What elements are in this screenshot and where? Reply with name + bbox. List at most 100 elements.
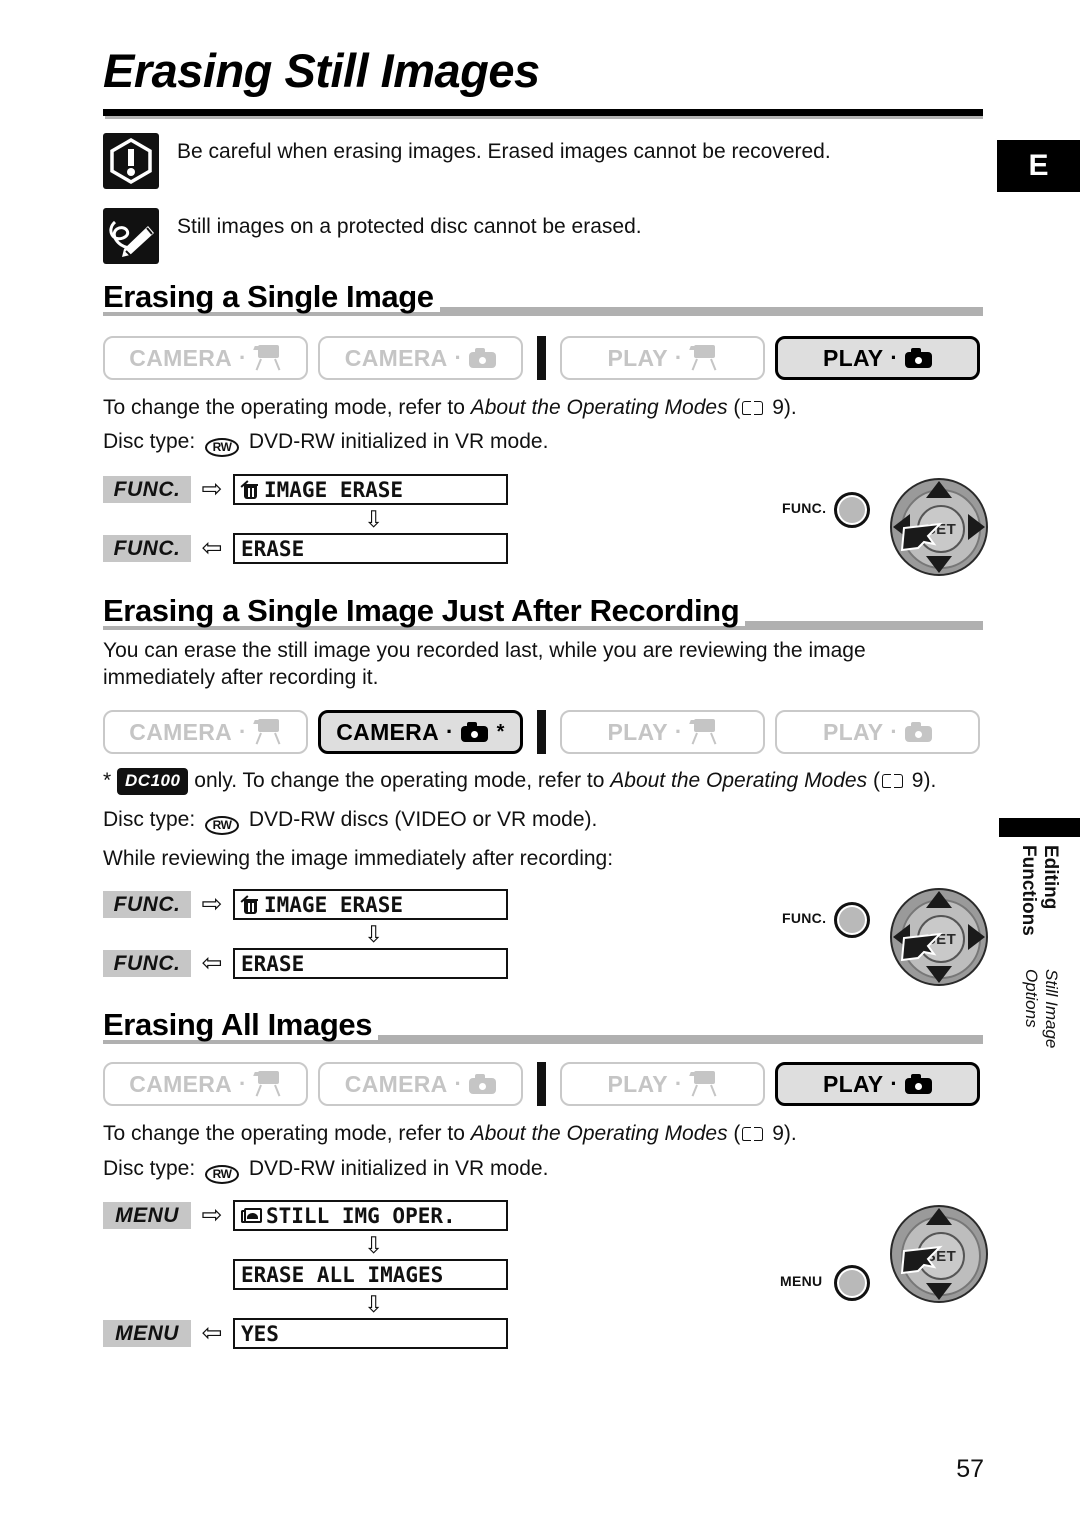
menu-item-box[interactable]: STILL IMG OPER.: [233, 1200, 508, 1231]
section-intro-2: You can erase the still image you record…: [103, 639, 866, 690]
mode-badge-camera-video[interactable]: CAMERA ·: [103, 336, 308, 380]
dot-separator: ·: [674, 345, 683, 370]
dot-separator: ·: [674, 1071, 683, 1096]
camcorder-icon: [252, 1071, 282, 1097]
menu-item-box[interactable]: ERASE: [233, 533, 508, 564]
joystick-pad[interactable]: SET: [890, 1205, 988, 1303]
note-text-pre: To change the operating mode, refer to: [103, 1122, 471, 1145]
menu-item-box[interactable]: ERASE ALL IMAGES: [233, 1259, 508, 1290]
camcorder-icon: [252, 719, 282, 745]
joystick-pad[interactable]: SET: [890, 478, 988, 576]
manual-page: Erasing Still Images E Editing Functions…: [0, 0, 1080, 1534]
model-badge-dc100: DC100: [117, 768, 189, 796]
dot-separator: ·: [239, 1071, 247, 1096]
footnote-text-mid: only. To change the operating mode, refe…: [188, 769, 611, 792]
camcorder-icon: [688, 345, 718, 371]
arrow-down-icon: ⇩: [364, 920, 384, 947]
note-operating-modes-1: To change the operating mode, refer to A…: [103, 396, 797, 419]
control-button-label: FUNC.: [782, 910, 827, 926]
joystick-pad[interactable]: SET: [890, 888, 988, 986]
side-tab-primary: Editing Functions: [1018, 845, 1061, 936]
footnote-marker: *: [103, 769, 118, 792]
func-key-button[interactable]: FUNC.: [103, 950, 191, 977]
func-key-button[interactable]: FUNC.: [103, 476, 191, 503]
joystick-right-icon[interactable]: [968, 514, 985, 540]
menu-round-button[interactable]: [834, 1265, 870, 1301]
footnote-asterisk: *: [496, 720, 505, 743]
menu-item-label: ERASE: [241, 951, 305, 976]
menu-item-box[interactable]: IMAGE ERASE: [233, 889, 508, 920]
control-diagram-3: MENU SET: [778, 1205, 988, 1315]
menu-item-box[interactable]: ERASE: [233, 948, 508, 979]
mode-badges-row-1: CAMERA · CAMERA · PLAY · PLAY ·: [103, 336, 980, 380]
mode-badge-label: CAMERA: [344, 1070, 448, 1097]
heading-text: Erasing a Single Image: [103, 281, 440, 312]
mode-badge-camera-photo[interactable]: CAMERA ·: [318, 336, 523, 380]
joystick-up-icon[interactable]: [926, 1208, 952, 1225]
mode-badge-label: PLAY: [607, 1070, 668, 1097]
joystick-up-icon[interactable]: [926, 481, 952, 498]
notice-note-text: Still images on a protected disc cannot …: [177, 215, 642, 238]
joystick-down-icon[interactable]: [926, 1283, 952, 1300]
func-round-button[interactable]: [834, 902, 870, 938]
section-heading-just-after-recording: Erasing a Single Image Just After Record…: [103, 595, 983, 630]
mode-badge-label: PLAY: [607, 718, 668, 745]
mode-badge-label: CAMERA: [336, 718, 439, 745]
mode-badge-play-video[interactable]: PLAY ·: [560, 1062, 765, 1106]
mode-badge-camera-video[interactable]: CAMERA ·: [103, 1062, 308, 1106]
note-text-pre: To change the operating mode, refer to: [103, 396, 471, 419]
menu-key-button[interactable]: MENU: [103, 1320, 191, 1347]
control-button-label: MENU: [780, 1273, 823, 1289]
page-number: 57: [956, 1455, 984, 1483]
menu-item-box[interactable]: YES: [233, 1318, 508, 1349]
section-heading-erasing-a-single-image: Erasing a Single Image: [103, 281, 983, 316]
flow-step: FUNC. ⇨ IMAGE ERASE: [103, 888, 508, 921]
arrow-left-icon: ⇦: [201, 1319, 223, 1347]
joystick-right-icon[interactable]: [968, 924, 985, 950]
mode-badge-camera-photo[interactable]: CAMERA ·: [318, 1062, 523, 1106]
func-round-button[interactable]: [834, 492, 870, 528]
pointer-cursor-icon: [900, 932, 946, 962]
flow-step: FUNC. ⇦ ERASE: [103, 532, 508, 565]
mode-badge-play-video[interactable]: PLAY ·: [560, 710, 765, 754]
camcorder-icon: [252, 345, 282, 371]
menu-flow-2: FUNC. ⇨ IMAGE ERASE ⇩ FUNC. ⇦ ERASE: [103, 888, 508, 980]
flow-step: ERASE ALL IMAGES: [103, 1258, 508, 1291]
menu-key-button[interactable]: MENU: [103, 1202, 191, 1229]
flow-down-arrow-wrap: ⇩: [103, 1232, 508, 1258]
joystick-down-icon[interactable]: [926, 966, 952, 983]
joystick-up-icon[interactable]: [926, 891, 952, 908]
note-text-emphasis: About the Operating Modes: [470, 1122, 728, 1145]
note-disc-type-2: Disc type: RW DVD-RW discs (VIDEO or VR …: [103, 806, 597, 835]
side-tab: Editing Functions Still Image Options: [999, 845, 1061, 1075]
note-text-emphasis: About the Operating Modes: [470, 396, 728, 419]
dot-separator: ·: [674, 719, 683, 744]
section-heading-erasing-all-images: Erasing All Images: [103, 1009, 983, 1044]
joystick-down-icon[interactable]: [926, 556, 952, 573]
func-key-button[interactable]: FUNC.: [103, 535, 191, 562]
note-while-reviewing: While reviewing the image immediately af…: [103, 847, 614, 870]
book-icon: [742, 400, 764, 416]
dot-separator: ·: [890, 345, 899, 370]
footnote-emphasis: About the Operating Modes: [610, 769, 868, 792]
dot-separator: ·: [239, 345, 247, 370]
mode-badge-play-photo[interactable]: PLAY ·: [775, 336, 980, 380]
func-key-button[interactable]: FUNC.: [103, 891, 191, 918]
mode-badge-play-photo[interactable]: PLAY ·: [775, 1062, 980, 1106]
side-tab-bar: [999, 818, 1080, 837]
mode-badge-camera-photo[interactable]: CAMERA · *: [318, 710, 523, 754]
flow-step: FUNC. ⇦ ERASE: [103, 947, 508, 980]
control-diagram-2: FUNC. SET: [778, 888, 988, 998]
disc-rw-icon: RW: [205, 1165, 240, 1184]
mode-badge-play-video[interactable]: PLAY ·: [560, 336, 765, 380]
mode-badge-play-photo[interactable]: PLAY ·: [775, 710, 980, 754]
mode-badge-camera-video[interactable]: CAMERA ·: [103, 710, 308, 754]
menu-item-box[interactable]: IMAGE ERASE: [233, 474, 508, 505]
trash-icon: [240, 894, 260, 915]
note-disc-type-1: Disc type: RW DVD-RW initialized in VR m…: [103, 428, 548, 457]
dot-separator: ·: [446, 719, 454, 744]
camcorder-icon: [688, 1071, 718, 1097]
menu-item-label: ERASE ALL IMAGES: [241, 1262, 444, 1287]
control-diagram-1: FUNC. SET: [778, 478, 988, 588]
side-tab-secondary: Still Image Options: [1022, 968, 1061, 1048]
